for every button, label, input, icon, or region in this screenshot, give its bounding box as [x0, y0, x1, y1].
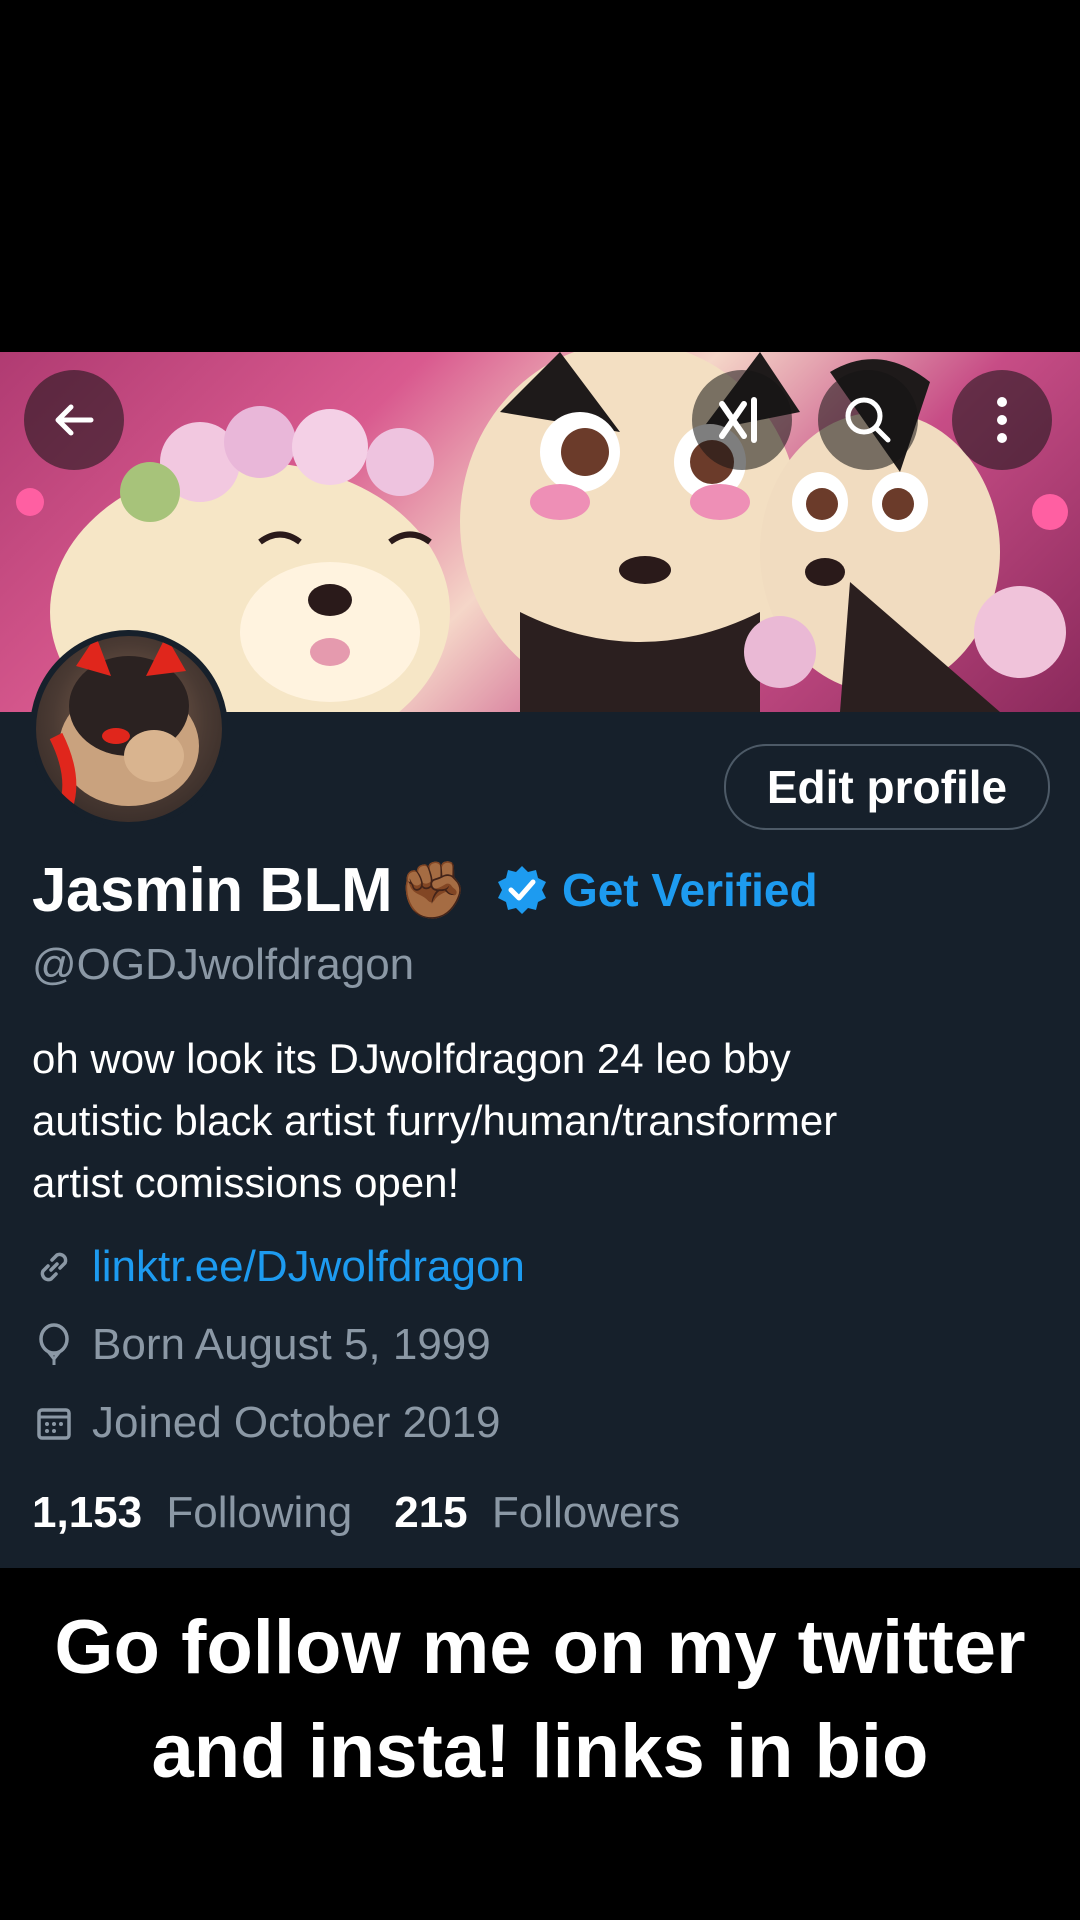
search-button[interactable]: [818, 370, 918, 470]
raised-fist-emoji: ✊🏾: [398, 858, 468, 921]
name-row: Jasmin BLM ✊🏾 Get Verified: [32, 850, 818, 930]
joined-row: Joined October 2019: [32, 1398, 501, 1448]
link-icon: [32, 1245, 76, 1289]
following-count: 1,153: [32, 1488, 143, 1537]
more-vertical-icon: [997, 397, 1007, 443]
birth-date: Born August 5, 1999: [92, 1320, 491, 1369]
edit-profile-button[interactable]: Edit profile: [724, 744, 1050, 830]
balloon-icon: [32, 1323, 76, 1367]
followers-label: Followers: [491, 1488, 681, 1537]
handle: @OGDJwolfdragon: [32, 940, 415, 989]
follow-stats: 1,153 Following 215 Followers: [32, 1488, 680, 1538]
caption-line: and insta! links in bio: [151, 1709, 929, 1794]
caption-line: Go follow me on my twitter: [54, 1605, 1026, 1690]
following-link[interactable]: 1,153 Following: [32, 1488, 352, 1538]
calendar-icon: [32, 1401, 76, 1445]
back-button[interactable]: [24, 370, 124, 470]
get-verified-label[interactable]: Get Verified: [562, 863, 818, 917]
bio-line: oh wow look its DJwolfdragon 24 leo bby: [32, 1035, 791, 1082]
display-name: Jasmin BLM: [32, 855, 393, 925]
top-letterbox: [0, 0, 1080, 352]
following-label: Following: [166, 1488, 353, 1537]
more-button[interactable]: [952, 370, 1052, 470]
grok-icon: [719, 397, 757, 443]
profile-website-link[interactable]: linktr.ee/DJwolfdragon: [92, 1242, 525, 1292]
followers-link[interactable]: 215 Followers: [394, 1488, 680, 1538]
bio: oh wow look its DJwolfdragon 24 leo bby …: [32, 1028, 1042, 1214]
avatar-artwork: [49, 636, 199, 809]
birthday-row: Born August 5, 1999: [32, 1320, 491, 1370]
verified-badge-icon: [497, 866, 546, 914]
followers-count: 215: [394, 1488, 468, 1537]
grok-button[interactable]: [692, 370, 792, 470]
get-verified-link[interactable]: Get Verified: [496, 863, 818, 917]
video-caption: Go follow me on my twitter and insta! li…: [0, 1596, 1080, 1804]
join-date: Joined October 2019: [92, 1398, 501, 1447]
search-icon: [845, 397, 891, 443]
arrow-left-icon: [55, 404, 94, 436]
bio-line: autistic black artist furry/human/transf…: [32, 1097, 838, 1144]
avatar[interactable]: [30, 630, 228, 828]
bio-line: artist comissions open!: [32, 1159, 460, 1206]
profile-link-row: linktr.ee/DJwolfdragon: [32, 1242, 525, 1292]
